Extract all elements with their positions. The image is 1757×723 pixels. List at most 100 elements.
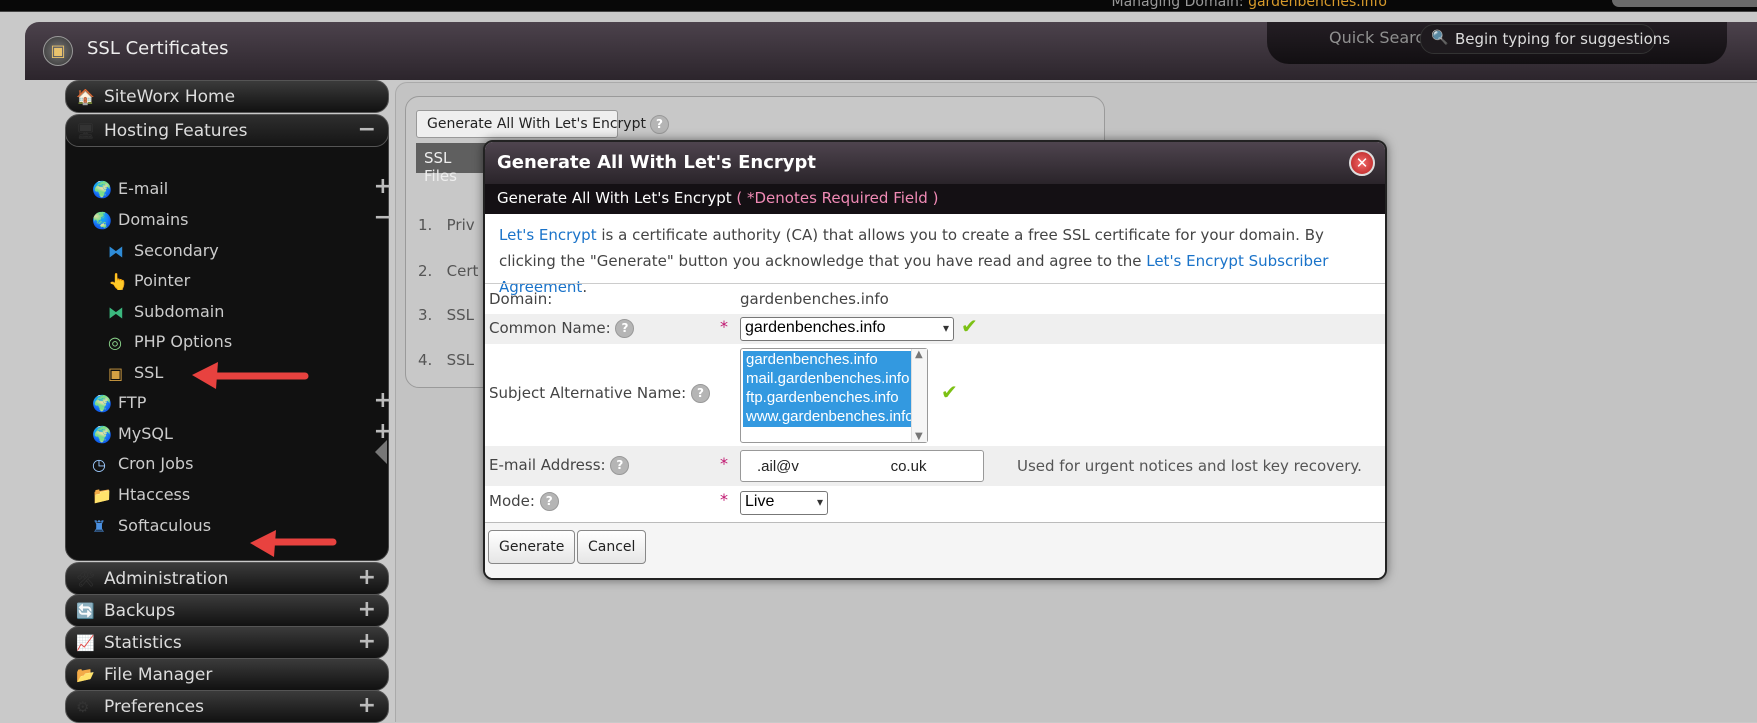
managing-domain: Managing Domain: gardenbenches.info — [1111, 0, 1388, 10]
preferences-icon: ⚙ — [76, 698, 90, 716]
chart-icon: 📈 — [76, 634, 95, 652]
scroll-up-icon[interactable]: ▲ — [915, 349, 923, 360]
top-right-button[interactable] — [1612, 0, 1757, 7]
san-multiselect[interactable]: gardenbenches.info mail.gardenbenches.in… — [740, 348, 928, 443]
mysql-globe-icon: 🌍 — [92, 425, 112, 444]
list-item: 2. Cert — [418, 262, 479, 280]
search-icon: 🔍 — [1431, 30, 1449, 46]
help-icon[interactable]: ? — [610, 456, 630, 475]
page-title: SSL Certificates — [87, 38, 229, 59]
list-item: 1. Priv — [418, 216, 475, 234]
expand-icon[interactable]: + — [374, 388, 392, 413]
common-name-label: Common Name: ? — [489, 319, 635, 338]
list-item[interactable]: mail.gardenbenches.info — [743, 370, 911, 389]
required-marker: * — [720, 317, 728, 336]
quick-search-tab: Quick Search 🔍 Begin typing for suggesti… — [1267, 22, 1727, 64]
required-marker: * — [720, 454, 728, 473]
email-globe-icon: 🌍 — [92, 180, 112, 199]
help-icon[interactable]: ? — [650, 115, 669, 134]
domain-value: gardenbenches.info — [740, 290, 889, 308]
folder-icon: 📁 — [92, 486, 112, 505]
close-icon[interactable]: ✕ — [1349, 150, 1375, 176]
list-item[interactable]: ftp.gardenbenches.info — [743, 389, 911, 408]
annotation-arrow-icon — [192, 362, 309, 389]
list-item[interactable]: gardenbenches.info — [743, 351, 911, 370]
sidebar-group-preferences[interactable]: ⚙ Preferences + — [65, 690, 389, 723]
sidebar-item-hosting-features[interactable]: 🖥 Hosting Features − — [65, 114, 389, 147]
sidebar-group-backups[interactable]: 🔄 Backups + — [65, 594, 389, 627]
sidebar-group-file-manager[interactable]: 📂 File Manager — [65, 658, 389, 691]
annotation-arrow-icon — [250, 530, 337, 557]
tools-icon: 🛠 — [76, 570, 96, 588]
help-icon[interactable]: ? — [615, 319, 635, 338]
globe-icon: 🌏 — [92, 211, 112, 230]
ssl-files-header: SSL Files — [416, 143, 486, 185]
email-field[interactable]: .ail@v co.uk — [740, 450, 984, 482]
checkmark-icon: ✔ — [941, 380, 958, 404]
san-label: Subject Alternative Name: ? — [489, 384, 710, 403]
checkmark-icon: ✔ — [961, 314, 978, 338]
sidebar-item-cron-jobs[interactable]: ◷ Cron Jobs — [92, 450, 392, 480]
quick-search-placeholder: Begin typing for suggestions — [1455, 30, 1671, 48]
domain-row: Domain: gardenbenches.info — [485, 284, 1385, 314]
secondary-domain-icon: ⧓ — [108, 242, 124, 261]
sidebar-item-subdomain[interactable]: ⧓ Subdomain — [108, 298, 392, 328]
cancel-button[interactable]: Cancel — [577, 530, 647, 564]
sidebar-group-statistics[interactable]: 📈 Statistics + — [65, 626, 389, 659]
email-row: E-mail Address: ? * .ail@v co.uk Used fo… — [485, 446, 1385, 486]
email-hint: Used for urgent notices and lost key rec… — [1017, 457, 1362, 475]
certificate-icon: ▣ — [108, 364, 124, 383]
help-icon[interactable]: ? — [539, 492, 559, 511]
sidebar-item-softaculous[interactable]: ♜ Softaculous — [92, 512, 392, 542]
email-label: E-mail Address: ? — [489, 456, 630, 475]
required-marker: * — [720, 490, 728, 509]
sidebar-item-email[interactable]: 🌍 E-mail + — [92, 174, 392, 205]
common-name-select[interactable]: gardenbenches.info ▾ — [740, 317, 954, 341]
sidebar-item-secondary[interactable]: ⧓ Secondary — [108, 237, 392, 267]
sidebar-item-siteworx-home[interactable]: 🏠 SiteWorx Home — [65, 80, 389, 113]
hosting-features-panel: 🖥 Hosting Features − 🌍 E-mail + 🌏 Domain… — [65, 114, 392, 561]
pointer-domain-icon: 👆 — [108, 272, 128, 291]
modal-footer: Generate Cancel — [485, 522, 1385, 578]
mode-select[interactable]: Live ▾ — [740, 491, 828, 515]
certificate-icon: ▣ — [43, 36, 73, 66]
expand-icon[interactable]: + — [358, 693, 376, 718]
softaculous-icon: ♜ — [92, 517, 107, 536]
sidebar-item-htaccess[interactable]: 📁 Htaccess — [92, 481, 392, 511]
monitor-icon: 🖥 — [76, 122, 96, 140]
scrollbar[interactable]: ▲ ▼ — [911, 349, 927, 442]
expand-icon[interactable]: + — [358, 597, 376, 622]
sidebar-item-ftp[interactable]: 🌍 FTP + — [92, 388, 392, 419]
scroll-down-icon[interactable]: ▼ — [915, 431, 923, 442]
generate-all-tab[interactable]: Generate All With Let's Encrypt — [416, 110, 646, 138]
clock-icon: ◷ — [92, 455, 106, 474]
generate-button[interactable]: Generate — [488, 530, 576, 564]
modal-title: Generate All With Let's Encrypt — [485, 142, 1385, 184]
collapse-icon[interactable]: − — [374, 205, 392, 230]
expand-icon[interactable]: + — [358, 629, 376, 654]
sidebar-item-php-options[interactable]: ◎ PHP Options — [108, 328, 392, 358]
list-item: 3. SSL — [418, 306, 475, 324]
quick-search-input[interactable]: 🔍 Begin typing for suggestions — [1420, 24, 1670, 54]
sidebar-item-pointer[interactable]: 👆 Pointer — [108, 267, 392, 297]
subdomain-icon: ⧓ — [108, 303, 124, 322]
folder-icon: 📂 — [76, 666, 95, 684]
mode-label: Mode: ? — [489, 492, 559, 511]
active-item-indicator — [375, 440, 387, 464]
top-bar: Managing Domain: gardenbenches.info — [0, 0, 1757, 12]
expand-icon[interactable]: + — [374, 174, 392, 199]
list-item[interactable]: www.gardenbenches.info — [743, 408, 914, 427]
ftp-globe-icon: 🌍 — [92, 394, 112, 413]
sidebar-item-mysql[interactable]: 🌍 MySQL + — [92, 419, 392, 450]
expand-icon[interactable]: + — [358, 565, 376, 590]
generate-modal: Generate All With Let's Encrypt ✕ Genera… — [483, 140, 1387, 580]
help-icon[interactable]: ? — [691, 384, 710, 403]
php-icon: ◎ — [108, 333, 122, 352]
chevron-down-icon: ▾ — [942, 321, 949, 335]
sidebar-item-domains[interactable]: 🌏 Domains − — [92, 205, 392, 236]
collapse-icon[interactable]: − — [358, 117, 376, 142]
page-header: ▣ SSL Certificates Quick Search 🔍 Begin … — [25, 22, 1757, 80]
backup-icon: 🔄 — [76, 602, 95, 620]
sidebar-group-administration[interactable]: 🛠 Administration + — [65, 562, 389, 595]
lets-encrypt-link[interactable]: Let's Encrypt — [499, 226, 597, 244]
